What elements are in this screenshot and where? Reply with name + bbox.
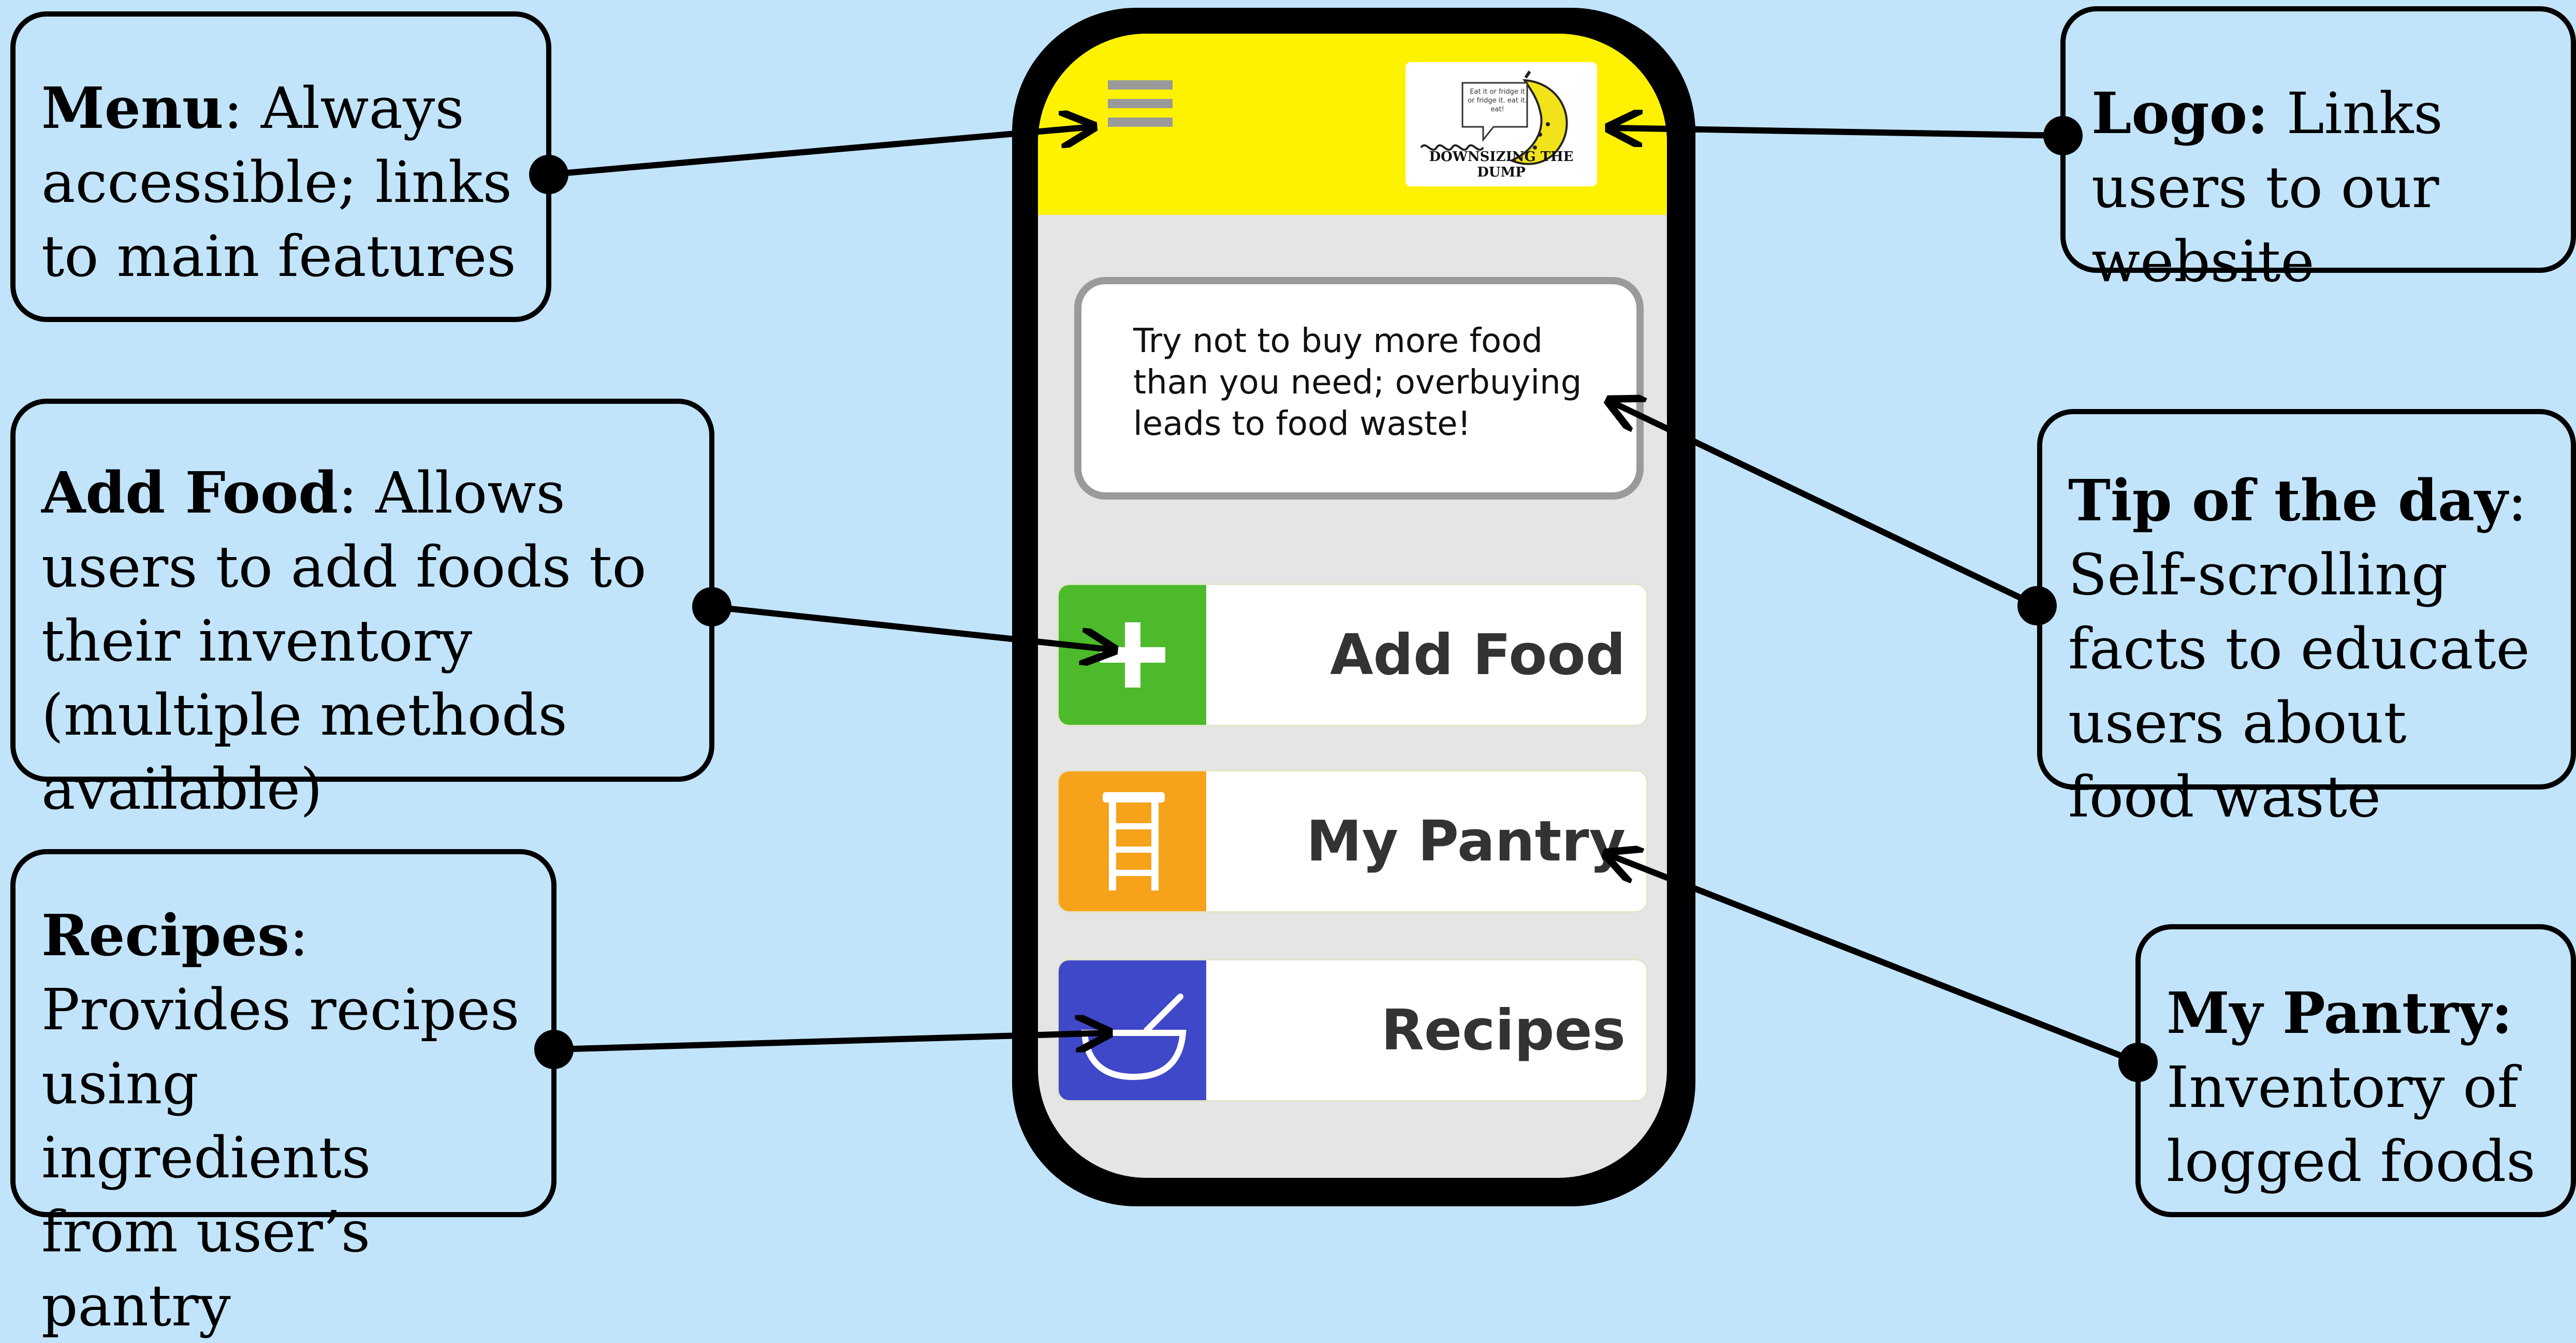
- pantry-annotation-title: My Pantry:: [2167, 980, 2513, 1046]
- recipes-button[interactable]: Recipes: [1059, 960, 1646, 1100]
- app-header: Eat it or fridge it or fridge it. eat it…: [1038, 34, 1667, 215]
- tip-text: Try not to buy more food than you need; …: [1133, 322, 1582, 443]
- menu-annotation-title: Menu: [41, 75, 224, 141]
- tip-annotation-text: Self-scrolling facts to educate users ab…: [2068, 542, 2530, 830]
- tip-of-the-day-card: Try not to buy more food than you need; …: [1074, 277, 1644, 500]
- recipes-annotation-title: Recipes: [41, 902, 289, 969]
- add-food-annotation-sep: :: [338, 460, 358, 526]
- my-pantry-button[interactable]: My Pantry: [1059, 771, 1646, 911]
- logo-bubble-text: Eat it or fridge it or fridge it. eat it…: [1468, 88, 1527, 113]
- logo-annotation-title: Logo:: [2091, 80, 2268, 147]
- logo-button[interactable]: Eat it or fridge it or fridge it. eat it…: [1406, 62, 1597, 186]
- my-pantry-icon-box: [1059, 771, 1206, 911]
- hamburger-menu-icon[interactable]: [1108, 80, 1173, 127]
- plus-icon: [1100, 622, 1165, 688]
- logo-name: DOWNSIZING THE DUMP: [1429, 149, 1574, 180]
- bowl-icon: [1081, 994, 1187, 1081]
- add-food-icon-box: [1059, 585, 1206, 725]
- menu-annotation-sep: :: [223, 75, 243, 141]
- add-food-annotation: Add Food: Allows users to add foods to t…: [10, 399, 714, 822]
- shelf-icon: [1103, 792, 1165, 891]
- menu-arrow: [548, 127, 1092, 178]
- recipes-label: Recipes: [1381, 998, 1626, 1063]
- recipes-icon-box: [1059, 960, 1206, 1100]
- tip-annotation: Tip of the day: Self-scrolling facts to …: [2037, 409, 2576, 830]
- my-pantry-label: My Pantry: [1306, 809, 1626, 874]
- recipes-annotation: Recipes: Provides recipes using ingredie…: [10, 849, 557, 1339]
- menu-annotation: Menu: Always accessible; links to main f…: [10, 11, 551, 322]
- recipes-annotation-text: Provides recipes using ingredients from …: [41, 976, 520, 1339]
- phone-screen: Eat it or fridge it or fridge it. eat it…: [1038, 34, 1667, 1178]
- tip-annotation-sep: :: [2508, 468, 2527, 534]
- recipes-annotation-sep: :: [289, 902, 309, 969]
- logo-annotation: Logo: Links users to our website: [2060, 6, 2576, 295]
- add-food-button[interactable]: Add Food: [1059, 585, 1646, 725]
- pantry-annotation: My Pantry: Inventory of logged foods: [2135, 924, 2576, 1217]
- add-food-label: Add Food: [1330, 622, 1626, 688]
- tip-annotation-title: Tip of the day: [2068, 467, 2508, 534]
- add-food-annotation-title: Add Food: [41, 459, 339, 526]
- pantry-annotation-text: Inventory of logged foods: [2167, 1054, 2536, 1194]
